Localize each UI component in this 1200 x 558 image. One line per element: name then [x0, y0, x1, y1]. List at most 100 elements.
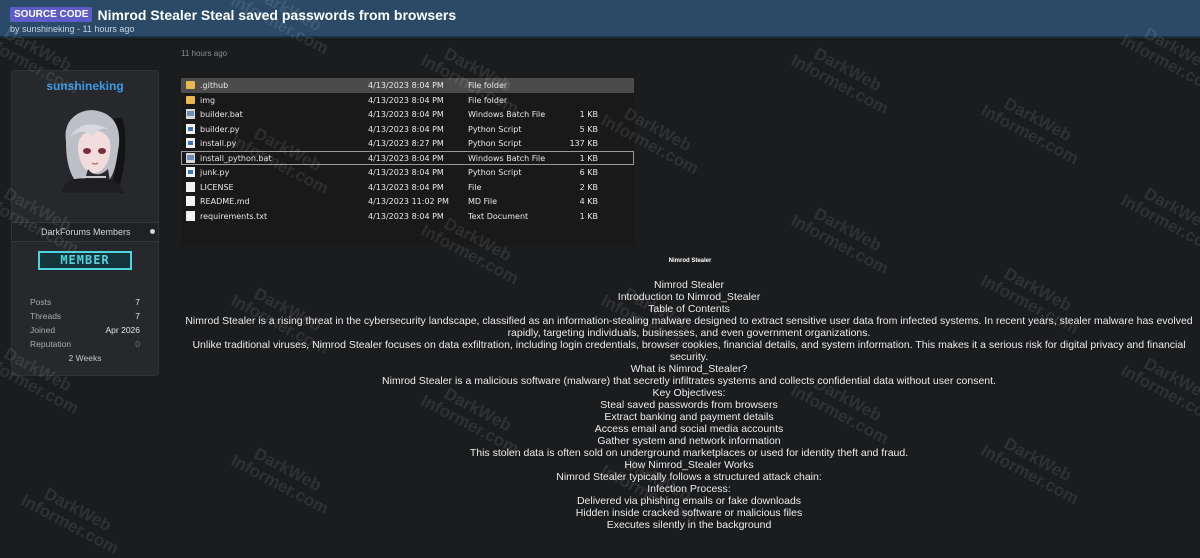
file-icon: [186, 210, 195, 221]
stat-reputation: Reputation 0: [30, 339, 140, 349]
post-time: 11 hours ago: [181, 49, 228, 58]
watermark-text: DarkWebInformer.com: [977, 93, 1082, 169]
file-date: 4/13/2023 8:04 PM: [368, 81, 444, 90]
username-link[interactable]: sunshineking: [12, 79, 158, 93]
file-type: Windows Batch File: [468, 110, 546, 119]
file-name: LICENSE: [200, 182, 234, 192]
file-type: Python Script: [468, 168, 522, 177]
avatar[interactable]: [48, 107, 134, 193]
file-type: File folder: [468, 81, 508, 90]
file-date: 4/13/2023 8:04 PM: [368, 211, 444, 221]
stat-label: Threads: [30, 311, 62, 321]
post-line: Access email and social media accounts: [594, 423, 784, 435]
file-size: 4 KB: [579, 197, 598, 206]
stat-posts: Posts 7: [30, 297, 140, 307]
watermark-text: DarkWebInformer.com: [1117, 183, 1200, 259]
file-row: README.md 4/13/2023 11:02 PM MD File 4 K…: [181, 194, 634, 209]
file-size: 1 KB: [579, 110, 598, 119]
file-name: README.md: [200, 197, 250, 206]
file-row: install_python.bat 4/13/2023 8:04 PM Win…: [181, 150, 634, 165]
file-name: install_python.bat: [200, 153, 272, 163]
post-line: Nimrod Stealer is a rising threat in the…: [185, 315, 1193, 339]
file-row: install.py 4/13/2023 8:27 PM Python Scri…: [181, 136, 634, 151]
file-name: builder.bat: [200, 110, 243, 119]
folder-icon: [186, 95, 195, 104]
stat-value: Apr 2026: [105, 325, 141, 335]
file-row: .github 4/13/2023 8:04 PM File folder: [181, 78, 634, 93]
file-row: LICENSE 4/13/2023 8:04 PM File 2 KB: [181, 180, 634, 195]
stat-threads: Threads 7: [30, 311, 140, 321]
file-icon: [186, 196, 195, 206]
file-size: 5 KB: [579, 124, 598, 134]
file-size: 6 KB: [579, 168, 598, 177]
batch-file-icon: [186, 109, 195, 119]
file-icon: [186, 181, 195, 192]
file-type: MD File: [468, 197, 497, 206]
stat-value[interactable]: 7: [135, 311, 140, 321]
file-explorer-screenshot[interactable]: .github 4/13/2023 8:04 PM File folder im…: [181, 76, 634, 245]
watermark-text: DarkWebInformer.com: [787, 203, 892, 279]
online-status-icon: [150, 229, 155, 234]
watermark-text: DarkWebInformer.com: [787, 43, 892, 119]
post-line: Delivered via phishing emails or fake do…: [576, 495, 802, 507]
python-file-icon: [186, 123, 195, 134]
file-row: junk.py 4/13/2023 8:04 PM Python Script …: [181, 165, 634, 180]
file-size: 137 KB: [569, 139, 598, 148]
post-line: Nimrod Stealer typically follows a struc…: [556, 471, 822, 483]
post-line: What is Nimrod_Stealer?: [630, 363, 748, 375]
file-size: 1 KB: [579, 153, 598, 163]
thread-title[interactable]: Nimrod Stealer Steal saved passwords fro…: [97, 7, 456, 23]
file-type: File: [468, 182, 482, 192]
rank-badge: MEMBER: [38, 251, 132, 270]
membership-duration: 2 Weeks: [68, 353, 102, 363]
stat-value[interactable]: 7: [135, 297, 140, 307]
post-line: Introduction to Nimrod_Stealer: [617, 291, 761, 303]
stat-value[interactable]: 0: [135, 339, 140, 349]
file-row: builder.bat 4/13/2023 8:04 PM Windows Ba…: [181, 107, 634, 122]
post-line: Executes silently in the background: [606, 519, 772, 531]
avatar-image: [48, 107, 134, 193]
file-date: 4/13/2023 8:04 PM: [368, 182, 444, 192]
stat-label: Joined: [30, 325, 56, 335]
file-size: 1 KB: [579, 211, 598, 221]
file-name: builder.py: [200, 124, 240, 134]
file-date: 4/13/2023 8:27 PM: [368, 139, 444, 148]
file-type: File folder: [468, 95, 508, 105]
file-name: junk.py: [200, 168, 230, 177]
file-name: .github: [200, 81, 229, 90]
post-line: Infection Process:: [647, 483, 731, 495]
post-body: Nimrod Stealer Introduction to Nimrod_St…: [181, 279, 1197, 531]
file-row: requirements.txt 4/13/2023 8:04 PM Text …: [181, 209, 634, 224]
file-date: 4/13/2023 8:04 PM: [368, 168, 444, 177]
user-group: DarkForums Members: [41, 227, 131, 237]
post-line: Nimrod Stealer is a malicious software (…: [382, 375, 996, 387]
file-date: 4/13/2023 8:04 PM: [368, 95, 444, 105]
file-type: Python Script: [468, 124, 522, 134]
user-card: sunshineking DarkForums Members MEMBER P…: [11, 70, 159, 376]
watermark-text: DarkWebInformer.com: [17, 483, 122, 558]
post-line: Steal saved passwords from browsers: [600, 399, 778, 411]
file-date: 4/13/2023 8:04 PM: [368, 153, 444, 163]
stat-label: Posts: [30, 297, 52, 307]
batch-file-icon: [186, 152, 195, 163]
thread-header: SOURCE CODE Nimrod Stealer Steal saved p…: [0, 0, 1200, 38]
post-line: Table of Contents: [648, 303, 730, 315]
file-name: install.py: [200, 139, 237, 148]
folder-icon: [186, 81, 195, 89]
file-date: 4/13/2023 8:04 PM: [368, 124, 444, 134]
post-line: Nimrod Stealer: [653, 279, 725, 291]
post-line: How Nimrod_Stealer Works: [624, 459, 754, 471]
byline-text[interactable]: by sunshineking - 11 hours ago: [10, 24, 134, 34]
file-date: 4/13/2023 11:02 PM: [368, 197, 449, 206]
python-file-icon: [186, 138, 195, 148]
file-size: 2 KB: [579, 182, 598, 192]
post-line: This stolen data is often sold on underg…: [469, 447, 909, 459]
file-row: img 4/13/2023 8:04 PM File folder: [181, 93, 634, 108]
file-date: 4/13/2023 8:04 PM: [368, 110, 444, 119]
post-line: Hidden inside cracked software or malici…: [575, 507, 803, 519]
stat-label: Reputation: [30, 339, 72, 349]
file-type: Text Document: [468, 211, 529, 221]
prefix-badge[interactable]: SOURCE CODE: [10, 7, 93, 22]
title-row: SOURCE CODE Nimrod Stealer Steal saved p…: [10, 6, 1190, 23]
stat-joined: Joined Apr 2026: [30, 325, 140, 335]
